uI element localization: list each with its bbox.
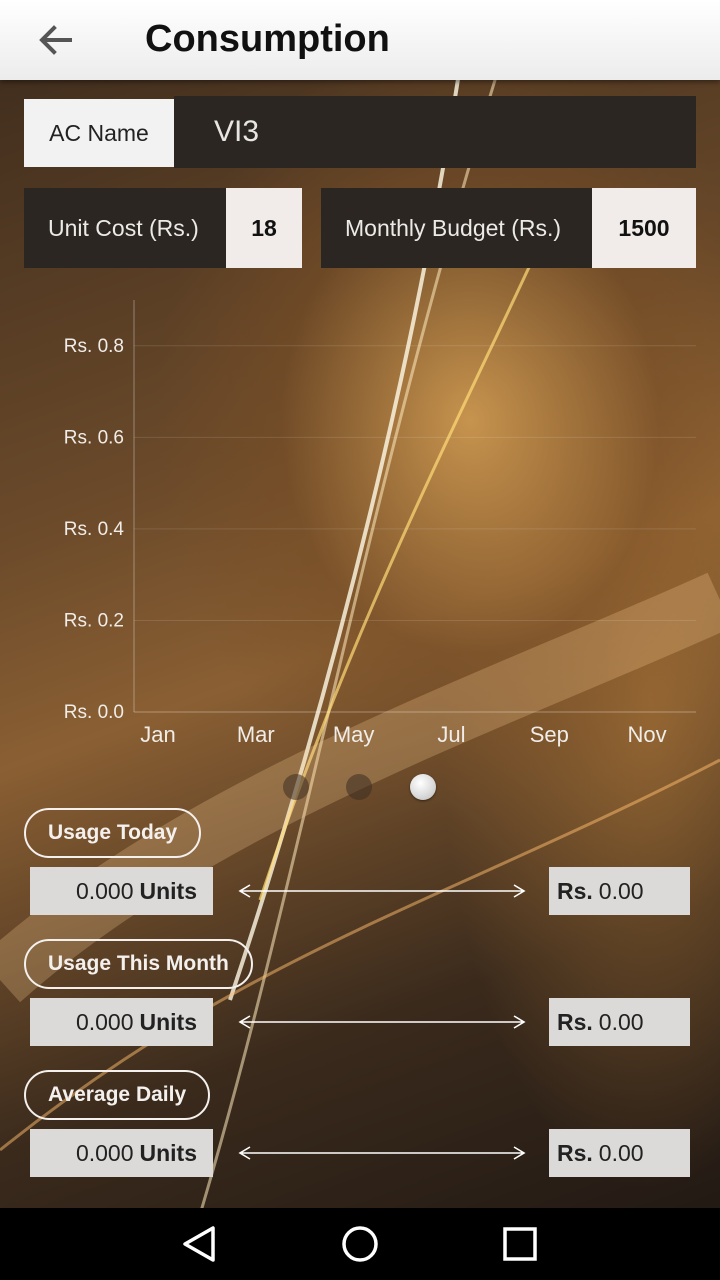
ac-name-field[interactable]: VI3 <box>174 96 696 168</box>
x-tick-label: Sep <box>530 722 569 747</box>
triangle-back-icon <box>183 1226 215 1262</box>
usage-today-pill: Usage Today <box>24 808 202 858</box>
app-bar: Consumption <box>0 0 720 80</box>
double-arrow-icon <box>238 1015 526 1029</box>
units-label: Units <box>139 1139 198 1166</box>
square-recents-icon <box>503 1227 537 1261</box>
usage-month-pill: Usage This Month <box>24 939 253 989</box>
x-tick-label: Nov <box>628 722 667 747</box>
x-tick-label: May <box>333 722 375 747</box>
unit-cost-label: Unit Cost (Rs.) <box>24 188 226 268</box>
x-tick-label: Jan <box>140 722 175 747</box>
pager-dot-3[interactable] <box>410 774 436 800</box>
units-value: 0.000 <box>75 1008 134 1035</box>
pager-dot-1[interactable] <box>283 774 309 800</box>
page-title: Consumption <box>145 18 390 60</box>
units-value: 0.000 <box>75 877 134 904</box>
average-daily-rs: Rs. 0.00 <box>549 1129 690 1177</box>
usage-today-units: 0.000 Units <box>30 867 213 915</box>
y-tick-label: Rs. 0.0 <box>64 702 124 723</box>
units-label: Units <box>139 1008 198 1035</box>
pager-dot-2[interactable] <box>346 774 372 800</box>
nav-recents-button[interactable] <box>495 1222 545 1266</box>
ac-name-label: AC Name <box>24 99 174 167</box>
rs-value: 0.00 <box>598 1008 644 1035</box>
rs-value: 0.00 <box>598 877 644 904</box>
y-tick-label: Rs. 0.6 <box>64 427 124 448</box>
rs-label: Rs. <box>557 1139 593 1166</box>
unit-cost-field[interactable]: 18 <box>226 188 302 268</box>
circle-home-icon <box>342 1226 378 1262</box>
back-button[interactable] <box>30 18 82 62</box>
average-daily-pill: Average Daily <box>24 1070 211 1120</box>
usage-month-rs: Rs. 0.00 <box>549 998 690 1046</box>
y-tick-label: Rs. 0.2 <box>64 610 124 631</box>
y-tick-label: Rs. 0.8 <box>64 336 124 357</box>
units-value: 0.000 <box>75 1139 134 1166</box>
monthly-budget-label: Monthly Budget (Rs.) <box>321 188 592 268</box>
arrow-back-icon <box>39 25 72 55</box>
rs-label: Rs. <box>557 877 593 904</box>
x-tick-label: Jul <box>437 722 465 747</box>
system-nav-bar <box>0 1208 720 1280</box>
average-daily-units: 0.000 Units <box>30 1129 213 1177</box>
consumption-chart: Rs. 0.0 Rs. 0.2 Rs. 0.4 Rs. 0.6 Rs. 0.8 Jan Ma… <box>64 300 696 747</box>
usage-month-units: 0.000 Units <box>30 998 213 1046</box>
units-label: Units <box>139 877 198 904</box>
nav-back-button[interactable] <box>175 1222 225 1266</box>
monthly-budget-field[interactable]: 1500 <box>592 188 696 268</box>
y-tick-label: Rs. 0.4 <box>64 519 125 540</box>
double-arrow-icon <box>238 884 526 898</box>
rs-label: Rs. <box>557 1008 593 1035</box>
x-tick-label: Mar <box>237 722 275 747</box>
rs-value: 0.00 <box>598 1139 644 1166</box>
double-arrow-icon <box>238 1146 526 1160</box>
nav-home-button[interactable] <box>335 1222 385 1266</box>
usage-today-rs: Rs. 0.00 <box>549 867 690 915</box>
